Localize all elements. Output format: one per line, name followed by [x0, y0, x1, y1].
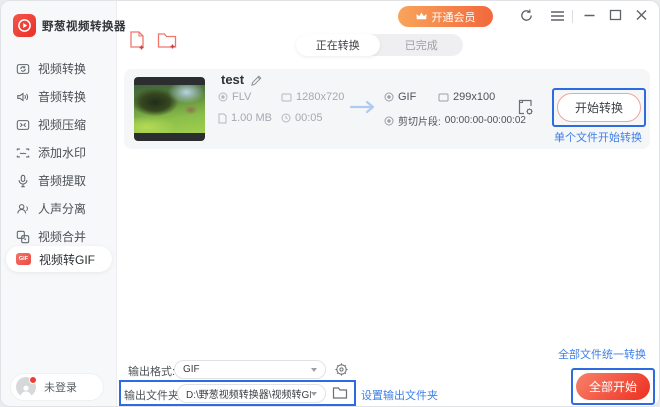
format-icon — [384, 92, 394, 102]
clip-range: 00:00:00-00:00:02 — [444, 115, 526, 126]
thumbnail-image — [134, 85, 205, 133]
format-icon — [218, 92, 228, 102]
audio-convert-icon — [16, 90, 30, 104]
sidebar-item-label: 视频转换 — [38, 62, 87, 76]
output-folder-label: 输出文件夹: — [124, 390, 183, 402]
source-format: FLV — [218, 91, 251, 103]
output-clip: 剪切片段: 00:00:00-00:00:02 — [384, 113, 526, 128]
add-file-icon — [130, 31, 144, 50]
video-compress-icon — [16, 118, 30, 132]
sidebar-item-label: 视频合并 — [38, 230, 87, 244]
output-format-select[interactable]: GIF — [174, 360, 326, 379]
sidebar-item-audio-convert[interactable]: 音频转换 — [1, 83, 117, 110]
output-folder-value: D:\野葱视频转换器\视频转GIF — [186, 390, 311, 401]
refresh-button[interactable] — [519, 8, 534, 23]
file-size-icon — [218, 113, 227, 123]
source-size: 1.00 MB — [218, 112, 272, 124]
minimize-button[interactable] — [583, 8, 596, 22]
add-folder-icon — [157, 33, 177, 49]
output-folder-select[interactable]: D:\野葱视频转换器\视频转GIF — [177, 384, 326, 403]
close-button[interactable] — [635, 8, 648, 22]
main-menu-button[interactable] — [550, 10, 565, 22]
add-folder-button[interactable] — [157, 32, 178, 50]
video-convert-icon — [16, 62, 30, 76]
caret-down-icon — [311, 391, 317, 396]
sidebar-item-label: 添加水印 — [38, 146, 87, 160]
pencil-icon — [251, 75, 262, 86]
gear-icon — [335, 363, 348, 376]
output-resolution: 299x100 — [438, 91, 495, 103]
sidebar-item-label: 音频转换 — [38, 90, 87, 104]
sidebar-item-audio-extract[interactable]: 音频提取 — [1, 167, 117, 194]
maximize-button[interactable] — [609, 8, 622, 22]
login-pill[interactable]: 未登录 — [10, 373, 104, 401]
tab-completed[interactable]: 已完成 — [380, 34, 464, 56]
format-settings-button[interactable] — [334, 362, 349, 377]
add-file-button[interactable] — [129, 30, 147, 51]
login-label: 未登录 — [44, 382, 77, 394]
source-resolution: 1280x720 — [281, 91, 344, 103]
video-merge-icon — [16, 230, 30, 244]
output-format: GIF — [384, 91, 416, 103]
sidebar-item-video-to-gif[interactable]: GIF 视频转GIF — [6, 246, 112, 272]
sidebar-item-label: 人声分离 — [38, 202, 87, 216]
vip-upgrade-label: 开通会员 — [431, 11, 476, 24]
app-title: 野葱视频转换器 — [42, 20, 126, 33]
video-thumbnail — [134, 77, 205, 141]
app-window: 野葱视频转换器 视频转换 音频转换 视频压缩 添加水印 音频提取 人声分离 视频… — [0, 0, 660, 407]
crown-icon — [415, 12, 427, 20]
convert-arrow-icon — [349, 99, 377, 115]
hamburger-icon — [551, 11, 564, 21]
add-watermark-icon — [16, 146, 30, 160]
file-name: test — [221, 72, 245, 87]
vip-upgrade-button[interactable]: 开通会员 — [398, 6, 493, 27]
set-output-folder-link[interactable]: 设置输出文件夹 — [361, 387, 438, 403]
file-card: test FLV 1280x720 1.00 MB 00:05 GIF 299x… — [124, 69, 650, 149]
start-all-button[interactable]: 全部开始 — [576, 373, 650, 400]
app-logo-icon — [13, 14, 36, 37]
resolution-icon — [281, 93, 292, 101]
maximize-icon — [609, 9, 622, 21]
notification-dot — [29, 376, 37, 384]
gif-icon: GIF — [16, 253, 31, 265]
titlebar-divider — [572, 10, 573, 23]
sidebar-item-label: 视频转GIF — [39, 252, 95, 267]
caret-down-icon — [311, 367, 317, 372]
tab-bar: 正在转换 已完成 — [296, 34, 463, 56]
start-convert-button[interactable]: 开始转换 — [557, 93, 641, 122]
audio-extract-icon — [16, 174, 30, 188]
source-duration: 00:05 — [281, 112, 323, 124]
batch-convert-link[interactable]: 全部文件统一转换 — [558, 346, 646, 362]
output-settings-button[interactable] — [516, 98, 535, 117]
sidebar-item-vocal-separation[interactable]: 人声分离 — [1, 195, 117, 222]
single-file-start-link[interactable]: 单个文件开始转换 — [554, 129, 642, 145]
sidebar-item-video-compress[interactable]: 视频压缩 — [1, 111, 117, 138]
settings-icon — [518, 99, 533, 115]
minimize-icon — [584, 14, 595, 17]
sidebar-item-label: 视频压缩 — [38, 118, 87, 132]
rename-button[interactable] — [250, 74, 263, 87]
sidebar-item-label: 音频提取 — [38, 174, 87, 188]
close-icon — [636, 10, 647, 20]
open-folder-button[interactable] — [332, 386, 348, 400]
sidebar-item-video-convert[interactable]: 视频转换 — [1, 55, 117, 82]
resolution-icon — [438, 93, 449, 101]
refresh-icon — [521, 9, 532, 21]
clip-label: 剪切片段: — [398, 117, 441, 128]
sidebar-item-add-watermark[interactable]: 添加水印 — [1, 139, 117, 166]
clip-icon — [384, 116, 394, 125]
vocal-separation-icon — [16, 202, 30, 216]
folder-icon — [332, 387, 348, 399]
output-format-label: 输出格式: — [128, 366, 176, 378]
tab-converting[interactable]: 正在转换 — [296, 34, 380, 56]
brand: 野葱视频转换器 — [13, 14, 126, 37]
sidebar: 野葱视频转换器 视频转换 音频转换 视频压缩 添加水印 音频提取 人声分离 视频… — [1, 1, 126, 406]
clock-icon — [281, 113, 291, 123]
output-format-value: GIF — [183, 364, 200, 375]
avatar — [16, 376, 37, 397]
